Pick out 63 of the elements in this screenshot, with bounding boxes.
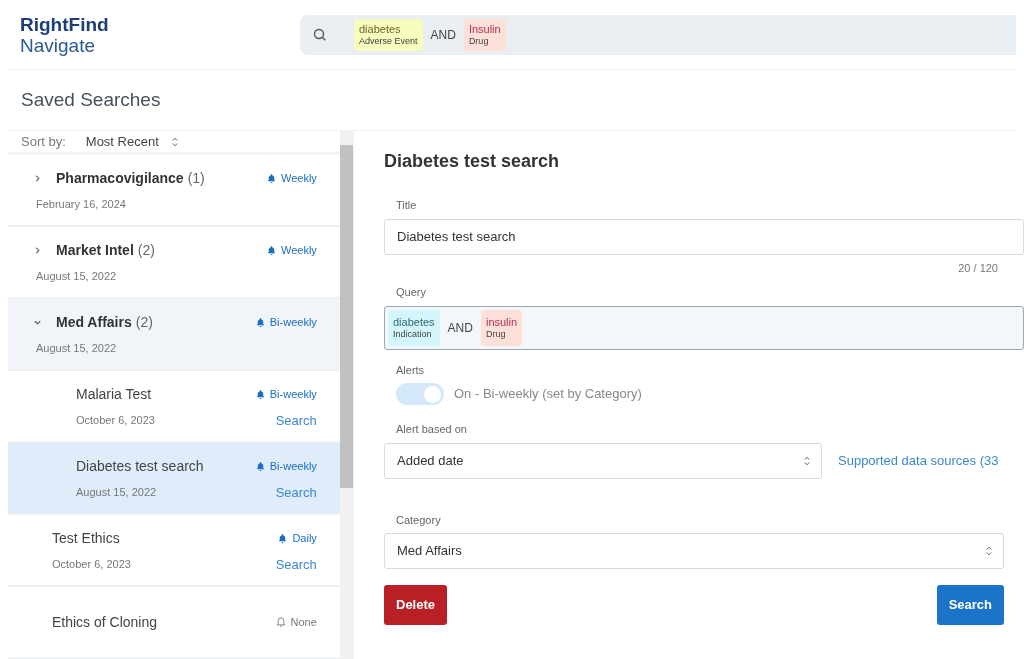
alert-frequency: Bi-weekly bbox=[269, 314, 317, 330]
item-date: October 6, 2023 bbox=[76, 413, 156, 427]
alert-frequency: Daily bbox=[292, 530, 317, 546]
search-name: Malaria Test bbox=[76, 384, 152, 404]
item-date: October 6, 2023 bbox=[52, 557, 132, 571]
category-select[interactable]: Med Affairs bbox=[384, 533, 1004, 569]
title-field[interactable]: Diabetes test search bbox=[384, 218, 1024, 255]
bell-icon bbox=[266, 244, 277, 256]
field-label: Alert based on bbox=[396, 422, 468, 437]
item-date: August 15, 2022 bbox=[35, 269, 118, 283]
alert-frequency: None bbox=[290, 614, 317, 630]
saved-search-item[interactable]: Diabetes test search August 15, 2022 Bi-weekly Search bbox=[8, 443, 340, 515]
term-chip[interactable]: diabetes Indication bbox=[388, 309, 440, 346]
detail-heading: Diabetes test search bbox=[384, 150, 561, 173]
character-counter: 20 / 120 bbox=[958, 260, 998, 276]
term-chip[interactable]: diabetes Adverse Event bbox=[354, 18, 423, 51]
scrollbar-thumb[interactable] bbox=[340, 145, 354, 488]
item-count: (2) bbox=[137, 240, 155, 260]
data-sources-link[interactable]: Supported data sources (33 bbox=[838, 450, 999, 471]
saved-search-item[interactable]: Med Affairs (2) August 15, 2022 Bi-weekly bbox=[8, 299, 340, 371]
field-label: Query bbox=[396, 285, 427, 300]
search-name: Test Ethics bbox=[52, 528, 120, 548]
alert-frequency: Weekly bbox=[281, 170, 317, 186]
field-label: Category bbox=[396, 512, 442, 528]
category-name: Pharmacovigilance bbox=[56, 168, 184, 188]
alert-frequency: Bi-weekly bbox=[269, 386, 317, 402]
alert-basis-select[interactable]: Added date bbox=[384, 442, 822, 479]
term-chip[interactable]: Insulin Drug bbox=[463, 18, 506, 51]
page-title: Saved Searches bbox=[21, 87, 161, 112]
alert-frequency: Bi-weekly bbox=[269, 458, 317, 474]
operator-text: AND bbox=[446, 319, 474, 337]
field-label: Title bbox=[396, 198, 418, 213]
bell-icon bbox=[254, 316, 266, 328]
item-count: (2) bbox=[135, 312, 153, 332]
bell-icon bbox=[254, 388, 266, 400]
item-count: (1) bbox=[187, 168, 205, 188]
field-label: Alerts bbox=[396, 362, 426, 378]
toggle-label: On - Bi-weekly (set by Category) bbox=[454, 385, 642, 404]
search-button[interactable]: Search bbox=[936, 585, 1004, 625]
bell-icon bbox=[274, 616, 287, 628]
item-date: August 15, 2022 bbox=[76, 485, 158, 499]
bell-icon bbox=[277, 532, 289, 544]
sort-label: Sort by: bbox=[21, 132, 66, 151]
delete-button[interactable]: Delete bbox=[384, 585, 448, 625]
search-bar[interactable]: diabetes Adverse Event AND Insulin Drug bbox=[300, 14, 1016, 55]
search-name: Diabetes test search bbox=[76, 456, 204, 476]
operator-text: AND bbox=[429, 26, 457, 44]
term-chip[interactable]: insulin Drug bbox=[480, 309, 523, 346]
search-link[interactable]: Search bbox=[275, 557, 317, 571]
logo-text: Navigate bbox=[20, 34, 95, 56]
logo-text: RightFind bbox=[20, 13, 110, 35]
sort-dropdown[interactable]: Most Recent bbox=[85, 131, 181, 152]
category-name: Med Affairs bbox=[56, 312, 132, 332]
search-link[interactable]: Search bbox=[275, 413, 317, 427]
search-icon bbox=[312, 26, 328, 43]
search-name: Ethics of Cloning bbox=[52, 612, 158, 632]
bell-icon bbox=[254, 460, 266, 472]
item-date: August 15, 2022 bbox=[35, 341, 118, 355]
query-field[interactable]: diabetes Indication AND insulin Drug bbox=[384, 305, 1024, 350]
category-name: Market Intel bbox=[56, 240, 134, 260]
bell-icon bbox=[266, 172, 277, 184]
alert-frequency: Weekly bbox=[281, 242, 317, 258]
item-date: February 16, 2024 bbox=[35, 197, 127, 211]
